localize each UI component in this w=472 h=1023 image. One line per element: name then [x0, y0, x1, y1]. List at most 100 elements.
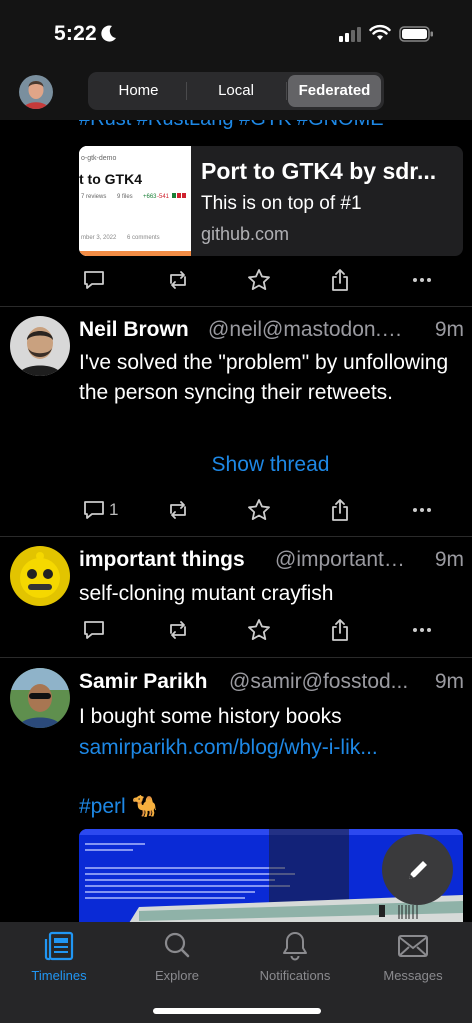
post-header: Neil Brown @neil@mastodon.n... 9m [79, 318, 464, 346]
reply-button[interactable]: 1 [81, 496, 118, 524]
reply-count: 1 [109, 500, 119, 519]
link-preview-thumbnail: o-gtk-demo t to GTK4 7 reviews 9 files +… [79, 146, 191, 256]
share-button[interactable] [327, 496, 353, 524]
reply-icon [84, 271, 104, 289]
more-icon [413, 508, 431, 512]
post-time: 9m [434, 318, 464, 341]
favorite-button[interactable] [246, 496, 272, 524]
divider [0, 657, 472, 658]
link-preview-host: github.com [201, 224, 290, 244]
more-button[interactable] [409, 616, 435, 644]
divider [0, 536, 472, 537]
post-actions: 1 [79, 496, 459, 526]
segment-federated[interactable]: Federated [288, 75, 381, 107]
author-handle[interactable]: @important_... [275, 548, 413, 572]
favorite-button[interactable] [246, 616, 272, 644]
svg-text:+663: +663 [143, 194, 157, 200]
avatar[interactable] [10, 668, 70, 728]
share-icon [332, 269, 348, 291]
reply-icon [84, 501, 104, 519]
avatar-samir-parikh [10, 668, 70, 728]
boost-button[interactable] [165, 496, 191, 524]
boost-button[interactable] [165, 616, 191, 644]
post-header: Samir Parikh @samir@fosstod... 9m [79, 670, 464, 698]
post-link[interactable]: samirparikh.com/blog/why-i-lik... [79, 733, 464, 763]
bell-icon [283, 932, 307, 961]
tab-bar: Timelines Explore Notifications Messages [0, 922, 472, 1023]
segment-local[interactable]: Local [187, 75, 285, 107]
tab-messages[interactable]: Messages [354, 930, 472, 983]
avatar-neil-brown [10, 316, 70, 376]
tab-notifications[interactable]: Notifications [236, 930, 354, 983]
boost-icon [170, 621, 186, 639]
user-avatar [19, 75, 53, 109]
link-preview-description: This is on top of #1 [201, 193, 362, 214]
tab-explore[interactable]: Explore [118, 930, 236, 983]
tab-label: Timelines [31, 968, 87, 983]
post-actions [79, 616, 459, 646]
svg-text:o-gtk-demo: o-gtk-demo [81, 155, 117, 162]
search-icon [164, 932, 190, 958]
account-avatar-button[interactable] [19, 75, 53, 109]
author-name[interactable]: important things [79, 548, 245, 572]
status-bar: 5:22 [0, 0, 472, 66]
share-button[interactable] [327, 616, 353, 644]
author-name[interactable]: Neil Brown [79, 318, 189, 342]
post-content[interactable]: self-cloning mutant crayfish [79, 579, 464, 609]
avatar-important-things [10, 546, 70, 606]
segment-divider [286, 82, 287, 100]
more-button[interactable] [409, 496, 435, 524]
reply-icon [84, 621, 104, 639]
timelines-icon [44, 931, 74, 961]
boost-icon [170, 271, 186, 289]
wifi-icon [369, 24, 391, 40]
avatar[interactable] [10, 546, 70, 606]
compose-button[interactable] [382, 834, 453, 905]
star-icon [248, 619, 270, 640]
avatar[interactable] [10, 316, 70, 376]
post-content[interactable]: I bought some history books [79, 702, 464, 732]
divider [0, 306, 472, 307]
link-preview-card[interactable]: o-gtk-demo t to GTK4 7 reviews 9 files +… [79, 146, 463, 256]
author-handle[interactable]: @neil@mastodon.n... [208, 318, 408, 342]
tab-label: Messages [383, 968, 443, 983]
more-button[interactable] [409, 266, 435, 294]
battery-icon [399, 26, 433, 42]
post-time: 9m [434, 670, 464, 693]
github-preview-image: o-gtk-demo t to GTK4 7 reviews 9 files +… [79, 146, 191, 256]
svg-text:mber 3, 2022: mber 3, 2022 [81, 235, 117, 241]
link-preview-title: Port to GTK4 by sdr... [201, 158, 437, 184]
star-icon [248, 269, 270, 290]
post-content[interactable]: I've solved the "problem" by unfollowing… [79, 348, 464, 408]
svg-text:t to GTK4: t to GTK4 [79, 171, 142, 187]
svg-text:-541: -541 [157, 194, 170, 200]
boost-button[interactable] [165, 266, 191, 294]
favorite-button[interactable] [246, 266, 272, 294]
home-indicator [153, 1008, 321, 1014]
more-icon [413, 628, 431, 632]
post-header: important things @important_... 9m [79, 548, 464, 576]
author-name[interactable]: Samir Parikh [79, 670, 207, 694]
segment-home[interactable]: Home [91, 75, 186, 107]
timeline-segmented-control: Home Local Federated [88, 72, 384, 110]
share-icon [332, 499, 348, 521]
tab-label: Notifications [259, 968, 331, 983]
svg-text:7 reviews: 7 reviews [81, 194, 106, 200]
author-handle[interactable]: @samir@fosstod... [229, 670, 419, 694]
post-actions [79, 266, 459, 296]
envelope-icon [398, 935, 428, 957]
status-time: 5:22 [54, 22, 97, 45]
star-icon [248, 499, 270, 520]
show-thread-link[interactable]: Show thread [79, 453, 462, 477]
reply-button[interactable] [81, 616, 107, 644]
svg-text:6 comments: 6 comments [127, 235, 160, 241]
post-hashtag[interactable]: #perl 🐪 [79, 792, 464, 822]
cellular-signal-icon [339, 27, 361, 42]
tab-label: Explore [154, 968, 200, 983]
tab-timelines[interactable]: Timelines [0, 930, 118, 983]
pencil-icon [408, 860, 427, 879]
svg-text:9 files: 9 files [117, 194, 133, 200]
share-button[interactable] [327, 266, 353, 294]
post-time: 9m [434, 548, 464, 571]
reply-button[interactable] [81, 266, 107, 294]
